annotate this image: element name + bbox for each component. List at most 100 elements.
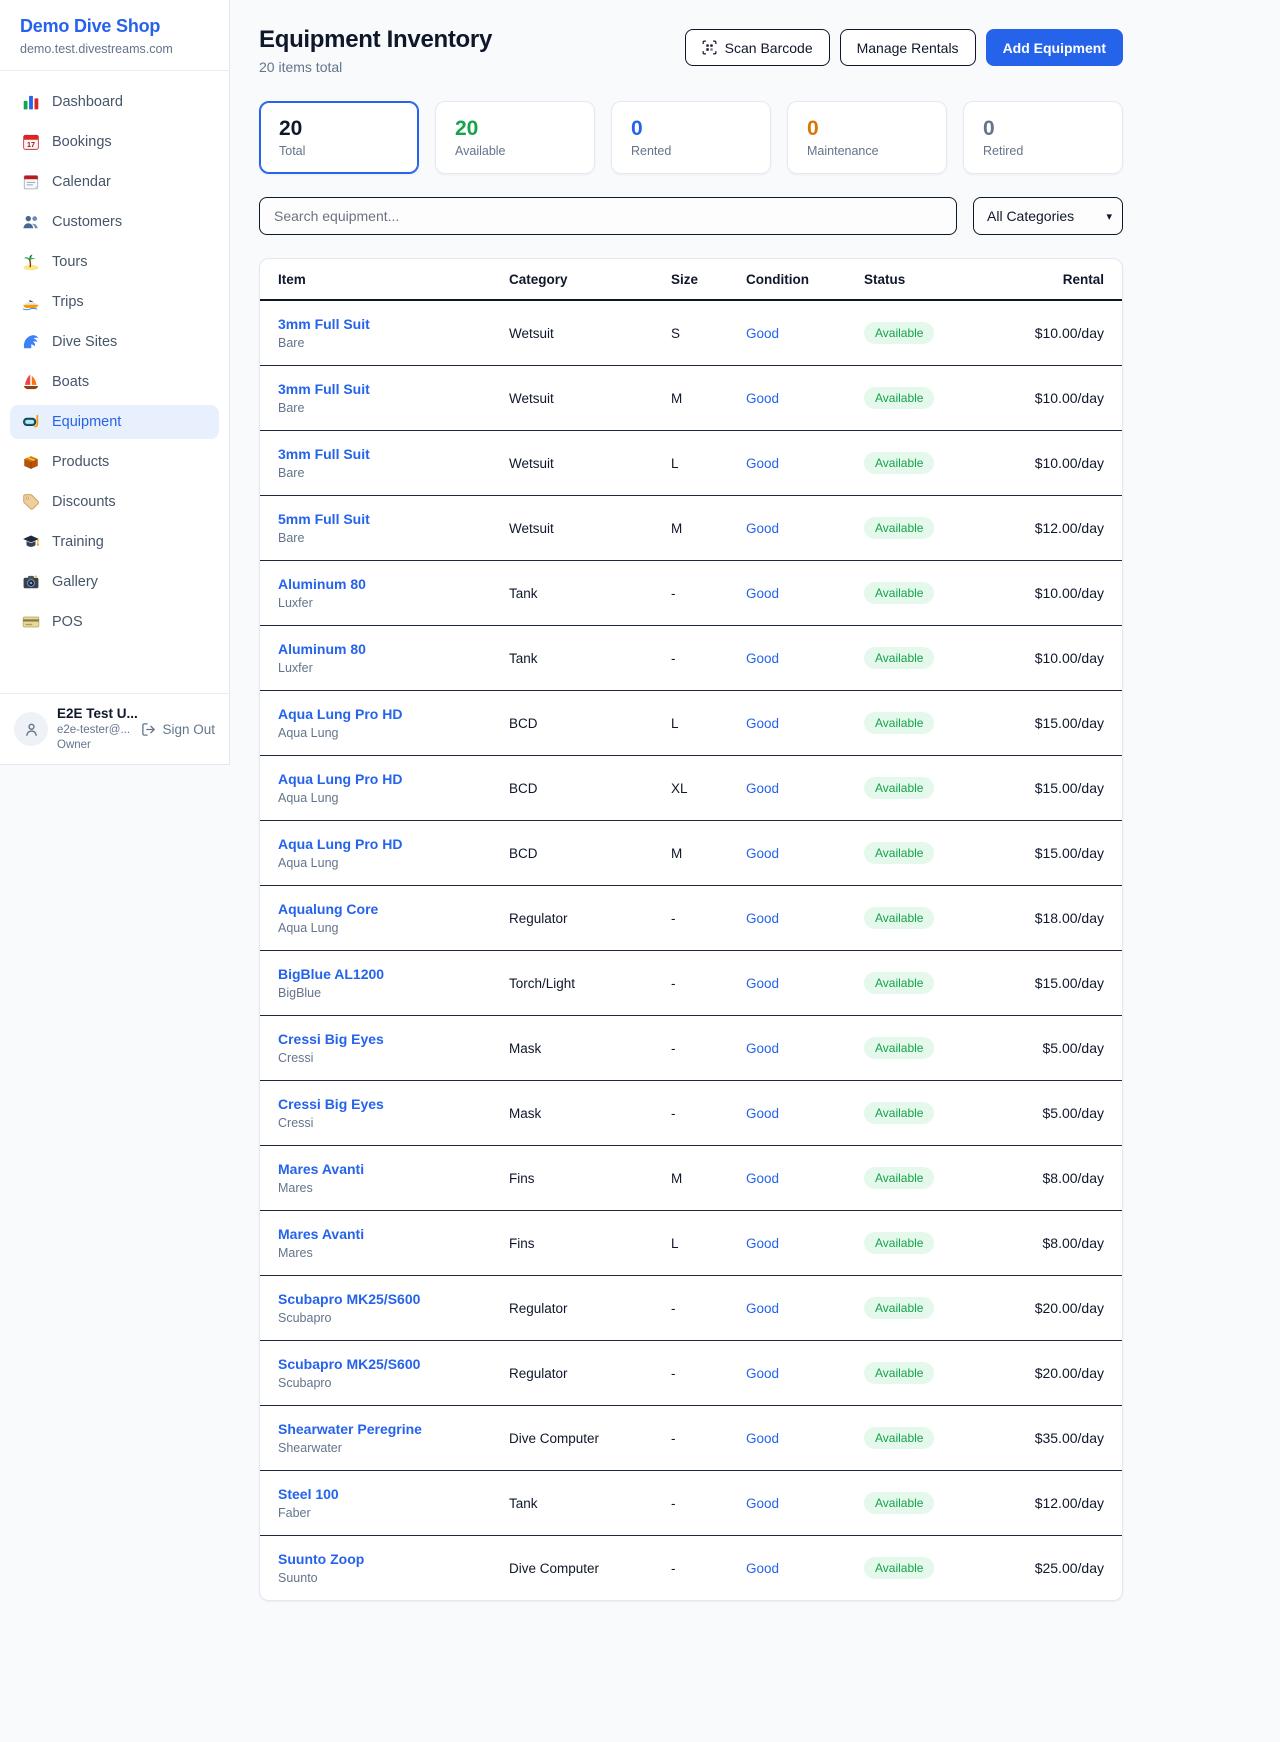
category-select[interactable]: All Categories ▾ bbox=[973, 197, 1123, 235]
item-link[interactable]: 3mm Full Suit bbox=[278, 381, 370, 397]
item-brand: Suunto bbox=[278, 1571, 509, 1585]
size-cell: XL bbox=[671, 756, 746, 821]
status-badge: Available bbox=[864, 1557, 934, 1579]
stat-card-rented[interactable]: 0Rented bbox=[611, 101, 771, 174]
condition-link[interactable]: Good bbox=[746, 911, 779, 926]
size-cell: M bbox=[671, 496, 746, 561]
condition-link[interactable]: Good bbox=[746, 1496, 779, 1511]
rental-cell: $5.00/day bbox=[1014, 1081, 1122, 1146]
item-link[interactable]: Aqua Lung Pro HD bbox=[278, 771, 402, 787]
condition-link[interactable]: Good bbox=[746, 1561, 779, 1576]
status-badge: Available bbox=[864, 842, 934, 864]
item-link[interactable]: Steel 100 bbox=[278, 1486, 339, 1502]
stat-card-maintenance[interactable]: 0Maintenance bbox=[787, 101, 947, 174]
item-link[interactable]: BigBlue AL1200 bbox=[278, 966, 384, 982]
rental-cell: $25.00/day bbox=[1014, 1536, 1122, 1601]
item-brand: Bare bbox=[278, 401, 509, 415]
condition-link[interactable]: Good bbox=[746, 456, 779, 471]
user-role: Owner bbox=[57, 738, 132, 752]
item-brand: Mares bbox=[278, 1181, 509, 1195]
size-cell: L bbox=[671, 1211, 746, 1276]
sidebar-item-dive-sites[interactable]: Dive Sites bbox=[10, 325, 219, 359]
sidebar-item-trips[interactable]: Trips bbox=[10, 285, 219, 319]
sidebar-item-discounts[interactable]: Discounts bbox=[10, 485, 219, 519]
item-link[interactable]: Mares Avanti bbox=[278, 1161, 364, 1177]
condition-link[interactable]: Good bbox=[746, 781, 779, 796]
item-brand: Scubapro bbox=[278, 1376, 509, 1390]
condition-link[interactable]: Good bbox=[746, 1301, 779, 1316]
item-link[interactable]: Mares Avanti bbox=[278, 1226, 364, 1242]
condition-link[interactable]: Good bbox=[746, 1366, 779, 1381]
condition-link[interactable]: Good bbox=[746, 1431, 779, 1446]
item-link[interactable]: Aluminum 80 bbox=[278, 576, 366, 592]
condition-link[interactable]: Good bbox=[746, 391, 779, 406]
condition-link[interactable]: Good bbox=[746, 326, 779, 341]
manage-rentals-button[interactable]: Manage Rentals bbox=[840, 29, 976, 66]
sidebar-item-products[interactable]: Products bbox=[10, 445, 219, 479]
rental-cell: $20.00/day bbox=[1014, 1276, 1122, 1341]
stat-card-retired[interactable]: 0Retired bbox=[963, 101, 1123, 174]
item-link[interactable]: Shearwater Peregrine bbox=[278, 1421, 422, 1437]
item-link[interactable]: Scubapro MK25/S600 bbox=[278, 1291, 420, 1307]
condition-link[interactable]: Good bbox=[746, 521, 779, 536]
category-cell: BCD bbox=[509, 691, 671, 756]
sign-out-button[interactable]: Sign Out bbox=[141, 722, 215, 737]
sidebar-item-bookings[interactable]: 17Bookings bbox=[10, 125, 219, 159]
size-cell: - bbox=[671, 561, 746, 626]
item-link[interactable]: 3mm Full Suit bbox=[278, 446, 370, 462]
main-area: Equipment Inventory 20 items total Scan … bbox=[230, 0, 1280, 1631]
sidebar-item-calendar[interactable]: Calendar bbox=[10, 165, 219, 199]
table-row: Cressi Big EyesCressiMask-GoodAvailable$… bbox=[260, 1016, 1122, 1081]
stat-card-available[interactable]: 20Available bbox=[435, 101, 595, 174]
condition-link[interactable]: Good bbox=[746, 1041, 779, 1056]
condition-link[interactable]: Good bbox=[746, 1106, 779, 1121]
sidebar-item-tours[interactable]: Tours bbox=[10, 245, 219, 279]
condition-link[interactable]: Good bbox=[746, 1236, 779, 1251]
item-link[interactable]: Suunto Zoop bbox=[278, 1551, 364, 1567]
item-link[interactable]: Aqualung Core bbox=[278, 901, 378, 917]
category-cell: Fins bbox=[509, 1146, 671, 1211]
sidebar-item-pos[interactable]: POS bbox=[10, 605, 219, 639]
sidebar-item-label: Boats bbox=[52, 374, 89, 390]
item-link[interactable]: Aqua Lung Pro HD bbox=[278, 706, 402, 722]
item-brand: Shearwater bbox=[278, 1441, 509, 1455]
search-input[interactable] bbox=[259, 197, 957, 235]
item-link[interactable]: Cressi Big Eyes bbox=[278, 1031, 384, 1047]
item-link[interactable]: Aluminum 80 bbox=[278, 641, 366, 657]
condition-link[interactable]: Good bbox=[746, 586, 779, 601]
add-equipment-button[interactable]: Add Equipment bbox=[986, 29, 1123, 66]
sidebar-item-gallery[interactable]: Gallery bbox=[10, 565, 219, 599]
item-link[interactable]: 3mm Full Suit bbox=[278, 316, 370, 332]
sidebar-item-training[interactable]: Training bbox=[10, 525, 219, 559]
sidebar-item-equipment[interactable]: Equipment bbox=[10, 405, 219, 439]
condition-link[interactable]: Good bbox=[746, 846, 779, 861]
stat-card-total[interactable]: 20Total bbox=[259, 101, 419, 174]
item-link[interactable]: Cressi Big Eyes bbox=[278, 1096, 384, 1112]
table-row: Scubapro MK25/S600ScubaproRegulator-Good… bbox=[260, 1276, 1122, 1341]
table-row: Aluminum 80LuxferTank-GoodAvailable$10.0… bbox=[260, 626, 1122, 691]
dive-mask-icon bbox=[22, 413, 40, 431]
table-row: Aqua Lung Pro HDAqua LungBCDXLGoodAvaila… bbox=[260, 756, 1122, 821]
scan-barcode-button[interactable]: Scan Barcode bbox=[685, 29, 830, 66]
column-header-item: Item bbox=[260, 259, 509, 300]
status-badge: Available bbox=[864, 972, 934, 994]
condition-link[interactable]: Good bbox=[746, 1171, 779, 1186]
sidebar-item-label: POS bbox=[52, 614, 83, 630]
sidebar: Demo Dive Shop demo.test.divestreams.com… bbox=[0, 0, 230, 765]
item-link[interactable]: Aqua Lung Pro HD bbox=[278, 836, 402, 852]
sidebar-item-boats[interactable]: Boats bbox=[10, 365, 219, 399]
condition-link[interactable]: Good bbox=[746, 716, 779, 731]
condition-link[interactable]: Good bbox=[746, 651, 779, 666]
header-actions: Scan Barcode Manage Rentals Add Equipmen… bbox=[685, 29, 1123, 66]
item-link[interactable]: 5mm Full Suit bbox=[278, 511, 370, 527]
rental-cell: $10.00/day bbox=[1014, 431, 1122, 496]
item-brand: Bare bbox=[278, 336, 509, 350]
stat-value: 0 bbox=[807, 117, 927, 141]
wave-icon bbox=[22, 333, 40, 351]
table-row: Aluminum 80LuxferTank-GoodAvailable$10.0… bbox=[260, 561, 1122, 626]
sidebar-item-dashboard[interactable]: Dashboard bbox=[10, 85, 219, 119]
condition-link[interactable]: Good bbox=[746, 976, 779, 991]
sidebar-item-customers[interactable]: Customers bbox=[10, 205, 219, 239]
category-cell: Wetsuit bbox=[509, 366, 671, 431]
item-link[interactable]: Scubapro MK25/S600 bbox=[278, 1356, 420, 1372]
